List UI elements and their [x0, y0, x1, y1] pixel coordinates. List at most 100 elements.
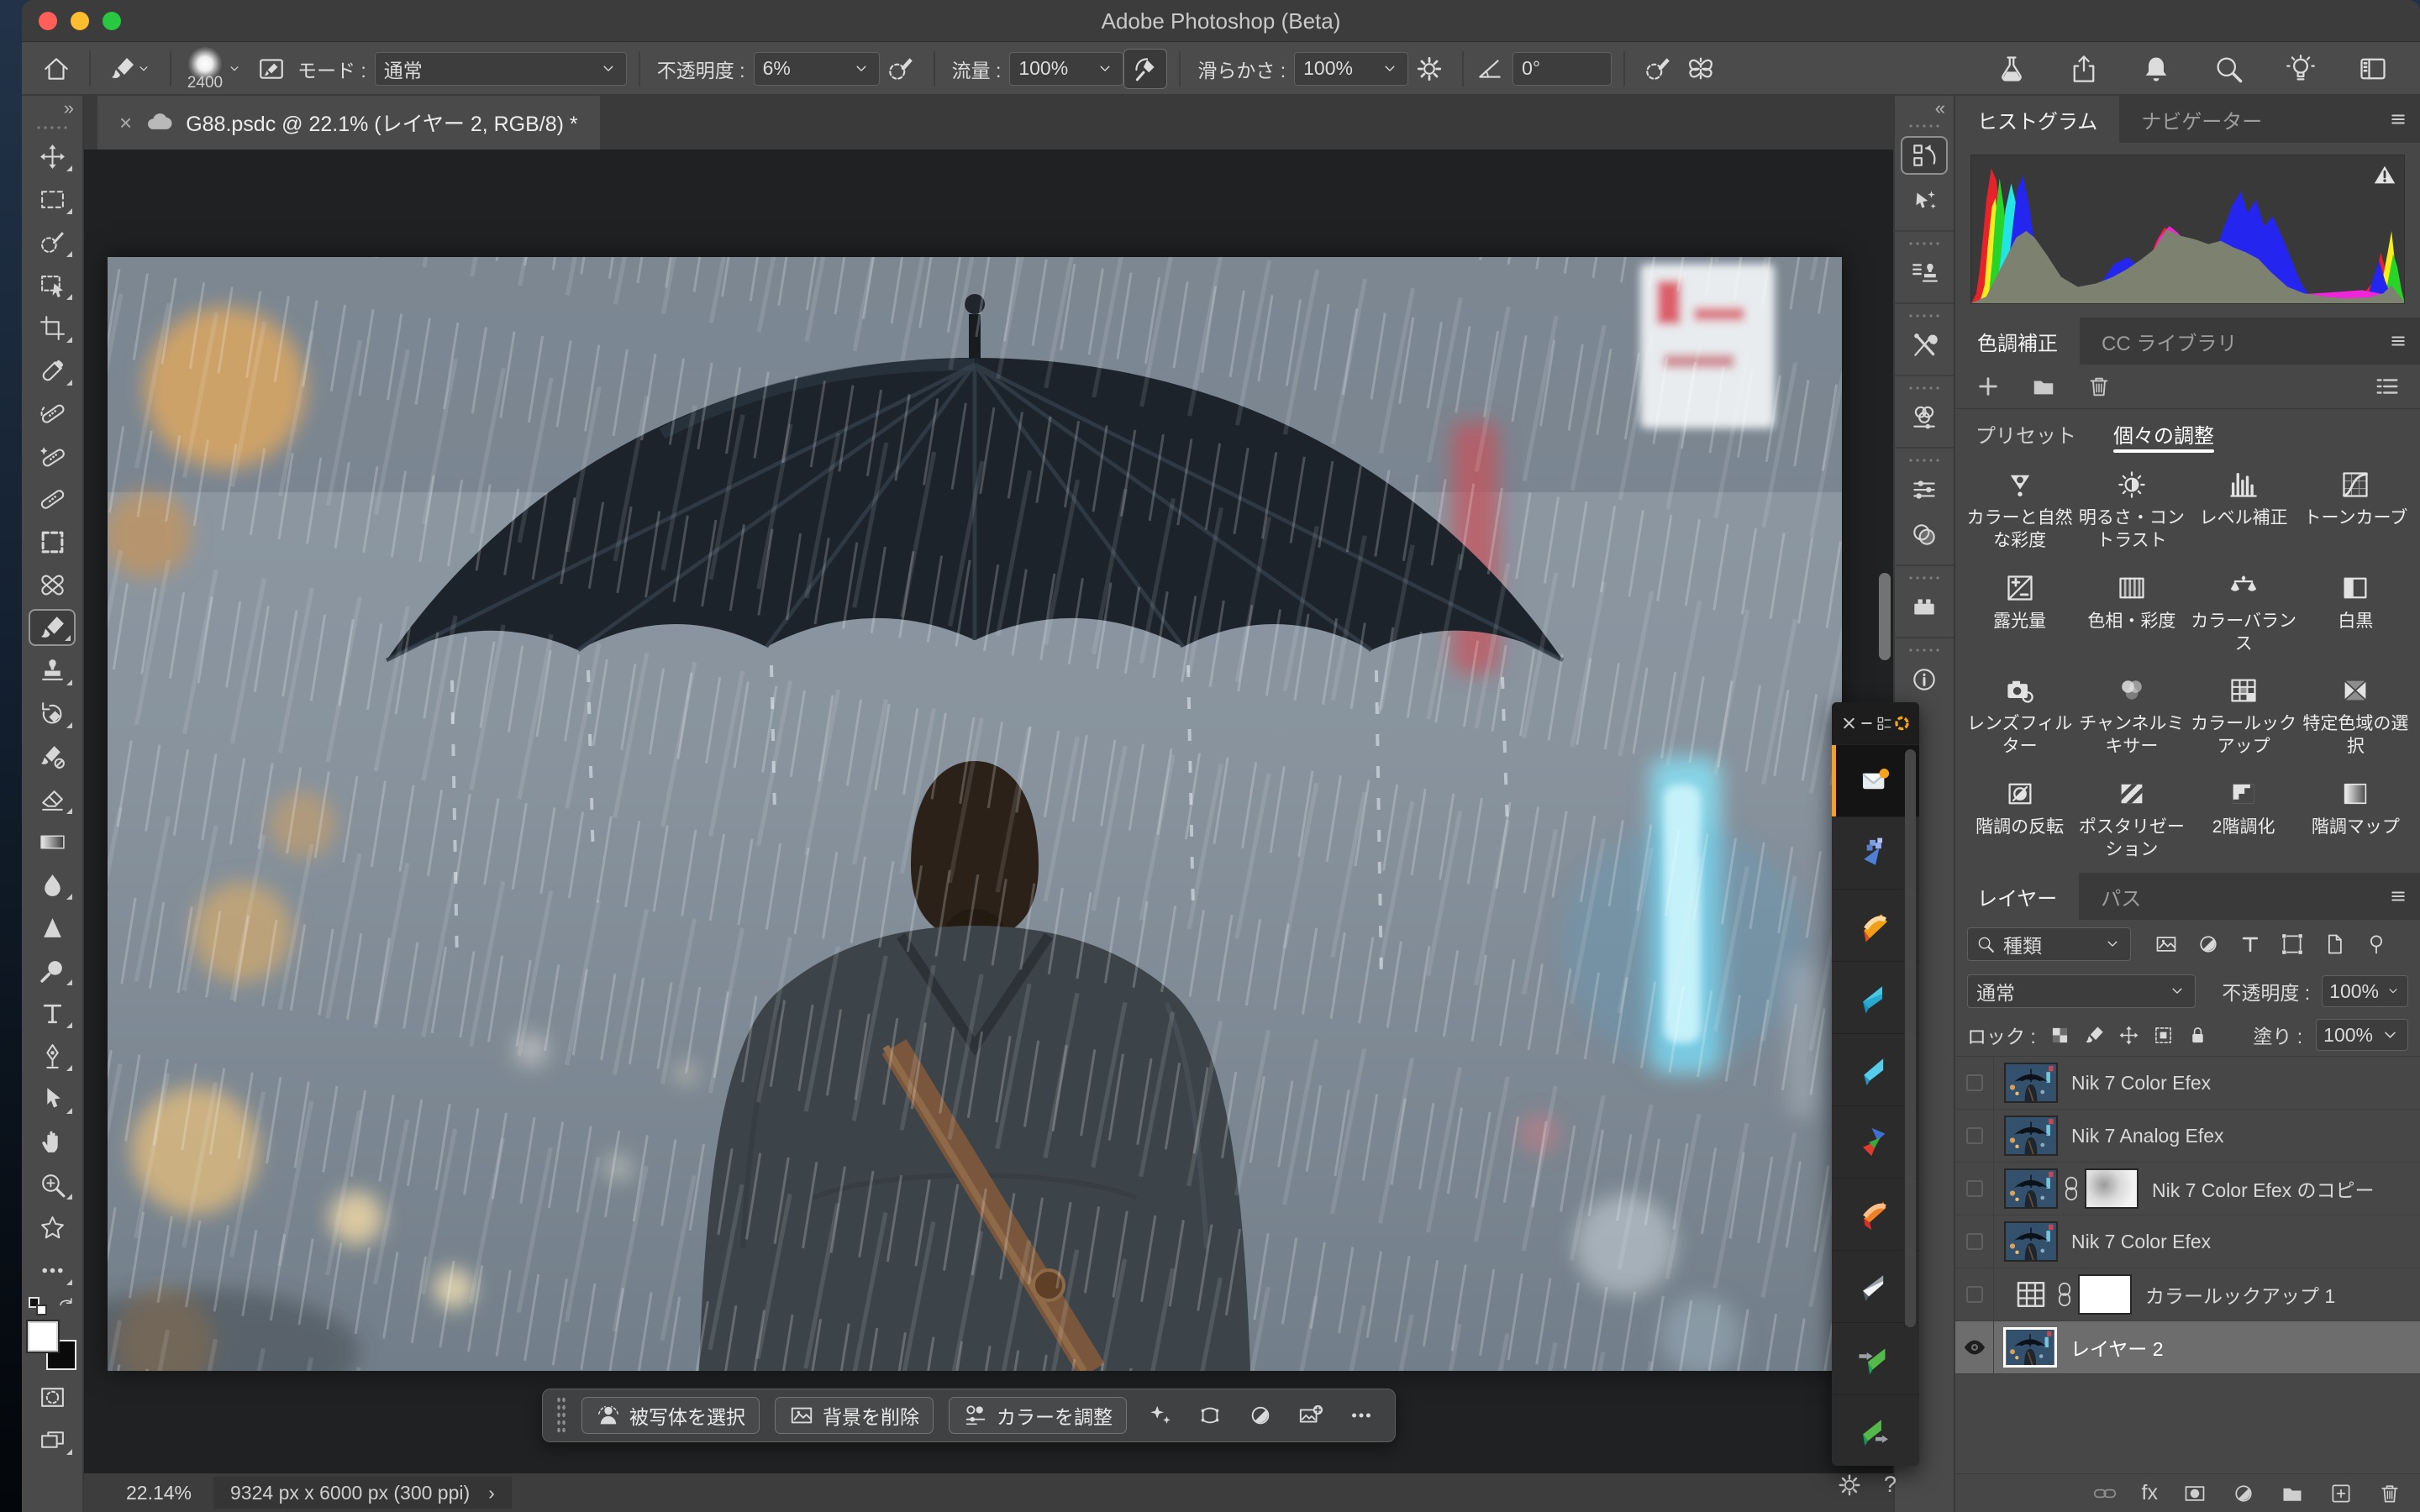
- adjustment-halfcircle-button[interactable]: [1243, 1397, 1278, 1434]
- context-bar-grip[interactable]: [556, 1396, 566, 1435]
- close-icon[interactable]: [1840, 714, 1858, 732]
- history-brush-tool[interactable]: [29, 695, 76, 732]
- foreground-background-swatches[interactable]: [28, 1321, 76, 1370]
- filter-pixel-layers-icon[interactable]: [2154, 932, 2178, 956]
- pen-tool[interactable]: [29, 1037, 76, 1074]
- layer-row-selected[interactable]: レイヤー 2: [1955, 1321, 2420, 1374]
- subtab-individual-adjustments[interactable]: 個々の調整: [2113, 409, 2214, 458]
- quick-mask-button[interactable]: [29, 1378, 76, 1415]
- symmetry-butterfly-button[interactable]: [1679, 49, 1723, 89]
- expand-dock-button[interactable]: «: [1895, 96, 1954, 119]
- filter-adjustment-layers-icon[interactable]: [2196, 932, 2220, 956]
- layer-name[interactable]: レイヤー 2: [2070, 1333, 2164, 1362]
- zoom-tool[interactable]: [29, 1166, 76, 1203]
- selection-brush-tool[interactable]: [29, 223, 76, 260]
- filter-smart-object-icon[interactable]: [2323, 932, 2346, 956]
- tab-cc-libraries[interactable]: CC ライブラリ: [2080, 318, 2259, 365]
- adjustment-brightness-contrast[interactable]: 明るさ・コントラスト: [2075, 470, 2187, 553]
- plugin-panel-scrollbar[interactable]: [1905, 749, 1916, 1327]
- adjustment-black-white[interactable]: 白黒: [2300, 573, 2412, 656]
- eyedropper-tool[interactable]: [29, 352, 76, 389]
- layer-row[interactable]: Nik 7 Color Efex: [1955, 1215, 2420, 1268]
- toggle-brush-settings-button[interactable]: [250, 49, 292, 89]
- visibility-toggle[interactable]: [1955, 1321, 1994, 1373]
- search-button[interactable]: [2207, 49, 2250, 89]
- info-panel-button[interactable]: [1901, 660, 1948, 699]
- adjustment-photo-filter[interactable]: レンズフィルター: [1964, 675, 2075, 759]
- tools-options-panel-button[interactable]: [1901, 326, 1948, 365]
- new-layer-icon[interactable]: [2329, 1482, 2353, 1505]
- type-tool[interactable]: [29, 995, 76, 1032]
- minimize-icon[interactable]: [1858, 714, 1876, 732]
- document-size-status[interactable]: 9324 px x 6000 px (300 ppi) ›: [213, 1477, 512, 1509]
- generative-panel-button[interactable]: [1901, 181, 1948, 220]
- help-icon[interactable]: ?: [1884, 1472, 1897, 1498]
- adjustment-invert[interactable]: 階調の反転: [1964, 779, 2075, 862]
- gradient-tool[interactable]: [29, 823, 76, 860]
- history-panel-button[interactable]: [1901, 136, 1948, 175]
- share-button[interactable]: [2062, 49, 2106, 89]
- beta-flask-button[interactable]: [1990, 49, 2033, 89]
- eraser-tool[interactable]: [29, 780, 76, 817]
- visibility-toggle[interactable]: [1955, 1268, 1994, 1320]
- move-tool[interactable]: [29, 138, 76, 175]
- mixer-brush-tool[interactable]: [29, 738, 76, 774]
- blend-panel-button[interactable]: [1901, 516, 1948, 554]
- adjustments-sliders-panel-button[interactable]: [1901, 470, 1948, 509]
- panel-layout-icon[interactable]: [1876, 714, 1893, 732]
- transform-warp-button[interactable]: [1192, 1397, 1228, 1434]
- canvas-area[interactable]: 被写体を選択 背景を削除 カラーを調整 22.14% 9324 px x 600…: [84, 150, 1893, 1512]
- adjustment-threshold[interactable]: 2階調化: [2188, 779, 2300, 862]
- adjustment-selective-color[interactable]: 特定色域の選択: [2300, 675, 2412, 759]
- histogram-warning-icon[interactable]: [2372, 162, 2397, 187]
- adjustment-curves[interactable]: トーンカーブ: [2300, 470, 2412, 553]
- visibility-toggle[interactable]: [1955, 1163, 1994, 1215]
- layer-fill-field[interactable]: 100%: [2316, 1019, 2408, 1051]
- layer-styles-fx-icon[interactable]: fx: [2142, 1481, 2158, 1505]
- crop-tool[interactable]: [29, 309, 76, 346]
- adjustment-vibrance[interactable]: カラーと自然な彩度: [1964, 470, 2075, 553]
- hand-tool[interactable]: [29, 1123, 76, 1160]
- more-options-ellipsis-button[interactable]: [1344, 1397, 1379, 1434]
- new-group-folder-icon[interactable]: [2031, 374, 2056, 399]
- adjustment-levels[interactable]: レベル補正: [2188, 470, 2300, 553]
- adjustment-channel-mixer[interactable]: チャンネルミキサー: [2075, 675, 2187, 759]
- layer-opacity-field[interactable]: 100%: [2322, 975, 2408, 1007]
- layer-thumbnail[interactable]: [2004, 1221, 2058, 1262]
- remove-background-button[interactable]: 背景を削除: [775, 1397, 934, 1434]
- lock-position-icon[interactable]: [2118, 1025, 2139, 1046]
- flow-select[interactable]: 100%: [1009, 52, 1123, 86]
- default-colors-icon[interactable]: [29, 1297, 47, 1315]
- spot-healing-brush-tool[interactable]: [29, 395, 76, 432]
- filter-pin-icon[interactable]: [2365, 932, 2388, 956]
- adjustment-color-lookup[interactable]: カラールックアップ: [2188, 675, 2300, 759]
- dock-grip[interactable]: [1906, 240, 1943, 247]
- layer-thumbnail[interactable]: [2004, 1168, 2058, 1209]
- brush-picker-chevron-icon[interactable]: [227, 61, 242, 76]
- visibility-toggle[interactable]: [1955, 1110, 1994, 1162]
- layer-row[interactable]: Nik 7 Color Efex: [1955, 1057, 2420, 1110]
- delete-layer-icon[interactable]: [2378, 1482, 2402, 1505]
- layer-thumbnail[interactable]: [2004, 1116, 2058, 1156]
- object-selection-tool[interactable]: [29, 266, 76, 303]
- layer-thumbnail[interactable]: [2003, 1327, 2057, 1368]
- adjustment-color-balance[interactable]: カラーバランス: [2188, 573, 2300, 656]
- eye-icon[interactable]: [1962, 1335, 1987, 1360]
- workspace-switcher-button[interactable]: [2351, 49, 2395, 89]
- opacity-pressure-button[interactable]: [880, 49, 922, 89]
- dock-grip[interactable]: [1906, 457, 1943, 464]
- layer-name[interactable]: Nik 7 Analog Efex: [2071, 1125, 2224, 1147]
- layer-row[interactable]: Nik 7 Color Efex のコピー: [1955, 1163, 2420, 1215]
- discover-bulb-button[interactable]: [2279, 49, 2323, 89]
- tab-layers[interactable]: レイヤー: [1955, 873, 2079, 920]
- new-group-icon[interactable]: [2281, 1482, 2304, 1505]
- layer-mask-link-icon[interactable]: [2056, 1282, 2073, 1307]
- subtab-presets[interactable]: プリセット: [1975, 409, 2076, 458]
- add-layer-mask-icon[interactable]: [2183, 1482, 2207, 1505]
- document-tab[interactable]: × G88.psdc @ 22.1% (レイヤー 2, RGB/8) *: [97, 96, 600, 150]
- tab-histogram[interactable]: ヒストグラム: [1955, 96, 2119, 143]
- toolbar-grip[interactable]: [34, 124, 71, 131]
- dock-grip[interactable]: [1906, 123, 1943, 129]
- brush-preset-button[interactable]: [103, 49, 158, 89]
- adjustment-hue-saturation[interactable]: 色相・彩度: [2075, 573, 2187, 656]
